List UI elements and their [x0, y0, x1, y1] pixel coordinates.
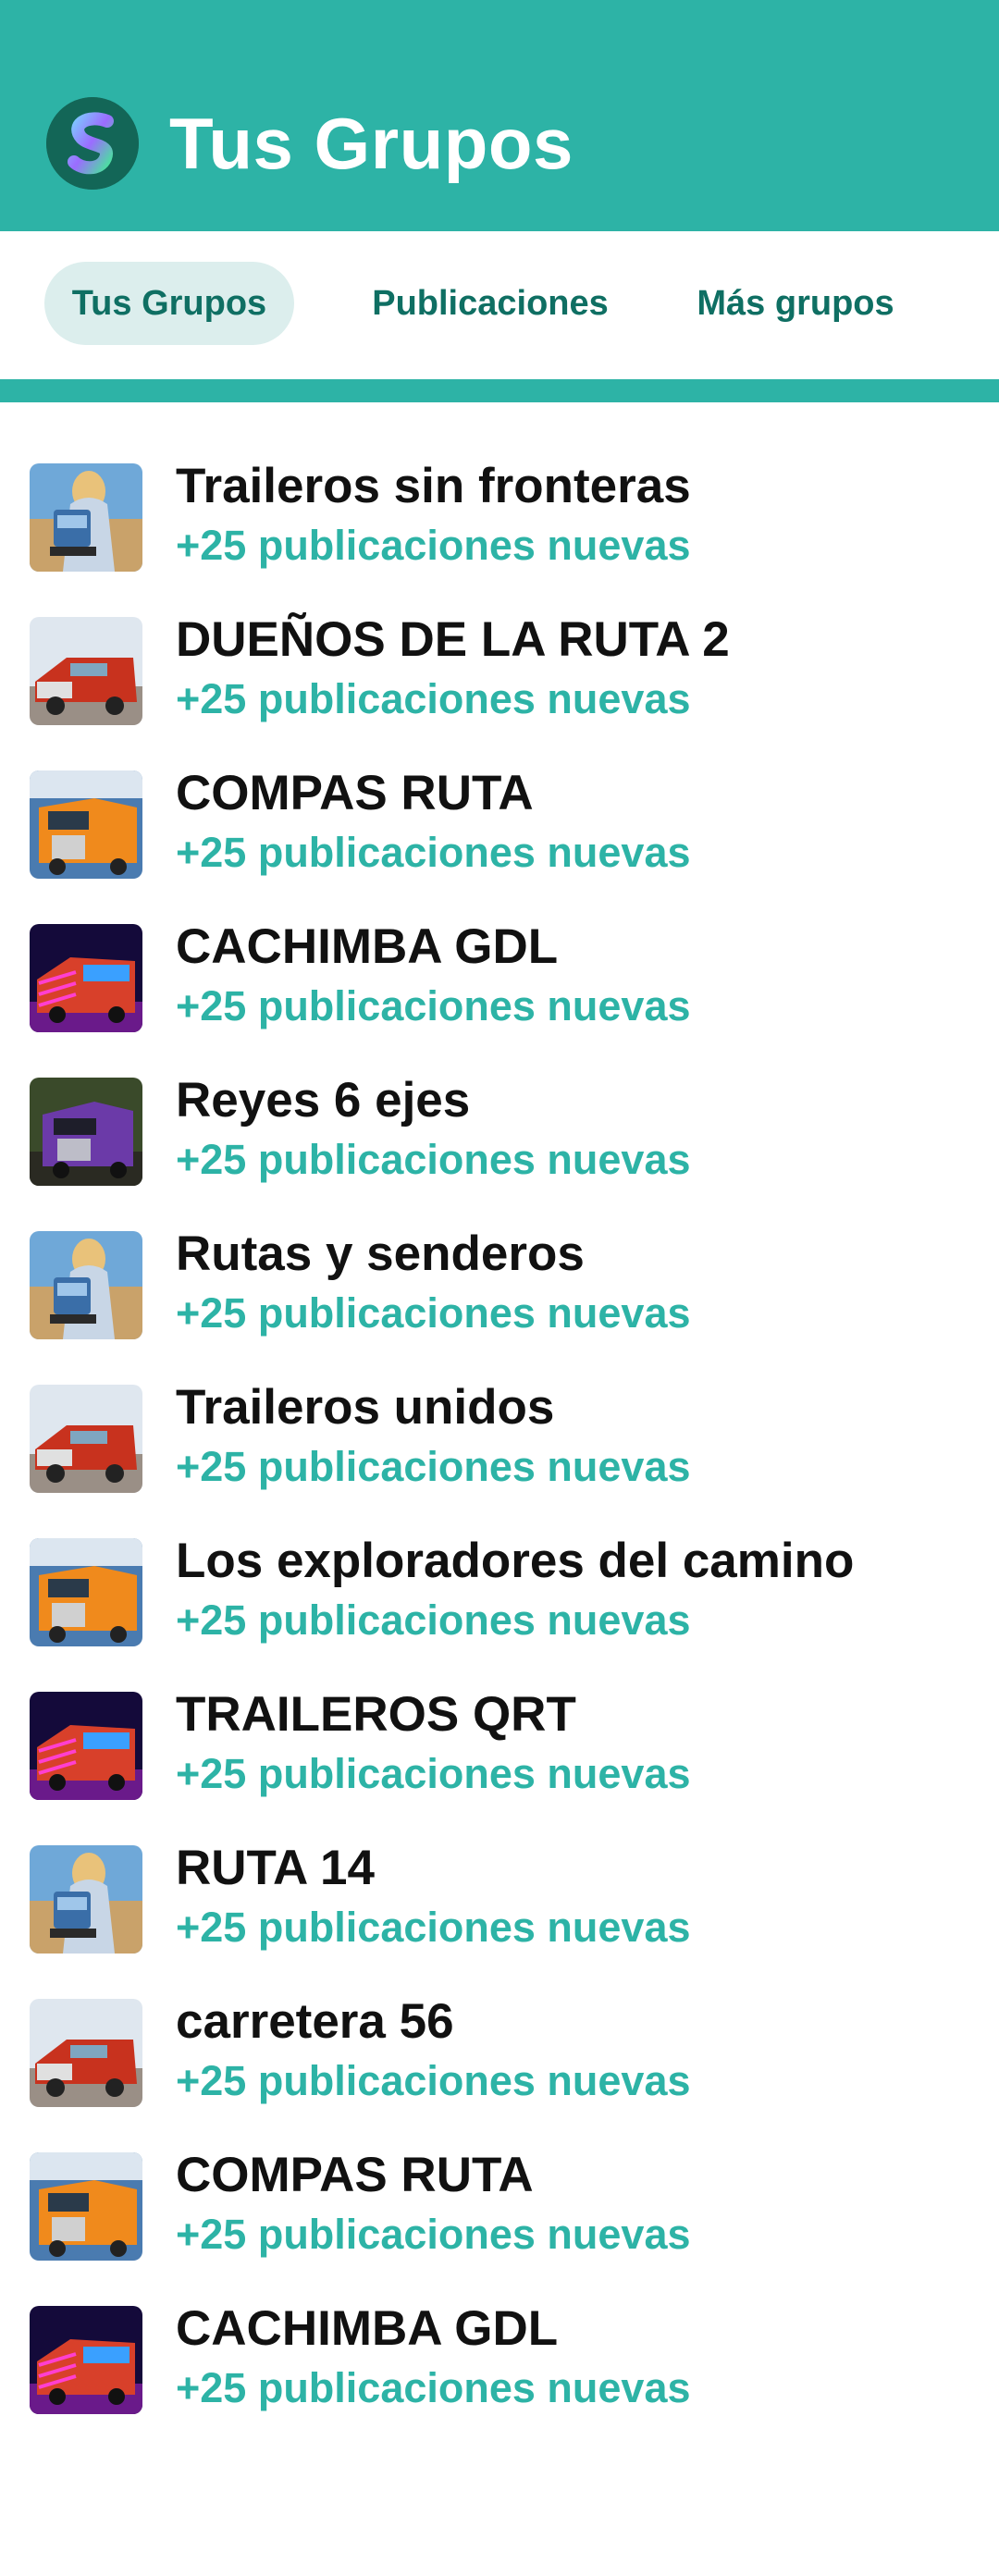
group-name: TRAILEROS QRT — [176, 1687, 576, 1742]
group-list-item[interactable]: COMPAS RUTA +25 publicaciones nuevas — [0, 709, 999, 879]
group-name: CACHIMBA GDL — [176, 2301, 559, 2356]
group-list-item[interactable]: Reyes 6 ejes +25 publicaciones nuevas — [0, 1017, 999, 1186]
group-list-item[interactable]: Traileros sin fronteras +25 publicaciones… — [0, 402, 999, 572]
group-list-item[interactable]: CACHIMBA GDL +25 publicaciones nuevas — [0, 863, 999, 1032]
group-name: Los exploradores del camino — [176, 1534, 855, 1588]
tab-mas-grupos[interactable]: Más grupos — [680, 262, 911, 345]
neon-truck-thumb — [30, 2306, 142, 2414]
group-name: RUTA 14 — [176, 1841, 375, 1895]
page-title: Tus Grupos — [169, 103, 574, 184]
group-list-item[interactable]: DUEÑOS DE LA RUTA 2 +25 publicaciones nue… — [0, 556, 999, 725]
group-new-posts-count: +25 publicaciones nuevas — [176, 2364, 691, 2411]
tab-publicaciones[interactable]: Publicaciones — [352, 262, 629, 345]
tab-tus-grupos[interactable]: Tus Grupos — [44, 262, 294, 345]
app-header: Tus Grupos — [0, 0, 999, 231]
group-name: COMPAS RUTA — [176, 2148, 534, 2202]
group-name: Traileros sin fronteras — [176, 459, 691, 513]
group-name: DUEÑOS DE LA RUTA 2 — [176, 612, 730, 667]
group-list-item[interactable]: RUTA 14 +25 publicaciones nuevas — [0, 1784, 999, 1954]
group-list-item[interactable]: CACHIMBA GDL +25 publicaciones nuevas — [0, 2245, 999, 2414]
group-name: Reyes 6 ejes — [176, 1073, 471, 1128]
group-list-item[interactable]: COMPAS RUTA +25 publicaciones nuevas — [0, 2091, 999, 2261]
group-name: Rutas y senderos — [176, 1226, 585, 1281]
group-list-item[interactable]: TRAILEROS QRT +25 publicaciones nuevas — [0, 1631, 999, 1800]
group-name: CACHIMBA GDL — [176, 919, 559, 974]
group-list-item[interactable]: Rutas y senderos +25 publicaciones nuevas — [0, 1170, 999, 1339]
group-list-item[interactable]: Los exploradores del camino +25 publicaci… — [0, 1477, 999, 1646]
group-name: COMPAS RUTA — [176, 766, 534, 820]
group-name: Traileros unidos — [176, 1380, 555, 1435]
tab-divider — [0, 379, 999, 402]
app-logo-icon[interactable] — [46, 97, 139, 190]
group-list-item[interactable]: carretera 56 +25 publicaciones nuevas — [0, 1938, 999, 2107]
group-list-item[interactable]: Traileros unidos +25 publicaciones nuevas — [0, 1324, 999, 1493]
group-name: carretera 56 — [176, 1994, 454, 2049]
tab-bar: Tus Grupos Publicaciones Más grupos — [0, 231, 999, 379]
